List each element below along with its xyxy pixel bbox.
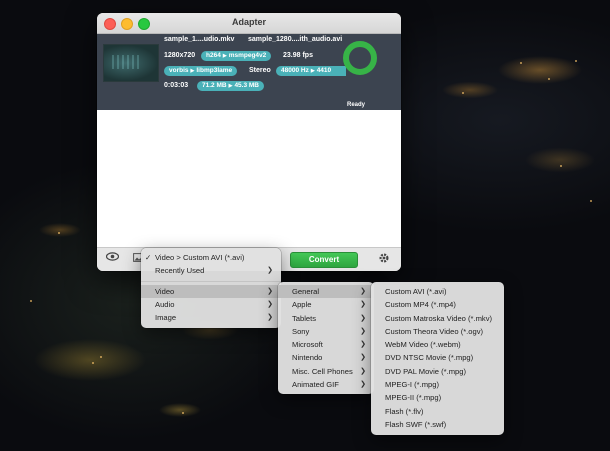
chevron-right-icon: ❯ [267, 287, 273, 295]
submenu-item-tablets[interactable]: Tablets ❯ [278, 312, 374, 325]
file-row[interactable]: sample_1....udio.mkv sample_1280....ith_… [97, 34, 401, 110]
city-light [575, 60, 577, 62]
eye-icon[interactable] [105, 251, 120, 265]
chevron-right-icon: ❯ [360, 327, 366, 335]
status-label: Ready [347, 102, 366, 108]
arrow-icon: ▶ [310, 68, 315, 74]
video-codec-pill[interactable]: h264 ▶ msmpeg4v2 [201, 51, 272, 61]
chevron-right-icon: ❯ [360, 341, 366, 349]
city-light [30, 300, 32, 302]
output-format-menu: ✓ Video > Custom AVI (*.avi) Recently Us… [141, 248, 281, 328]
chevron-right-icon: ❯ [360, 367, 366, 375]
general-format-submenu: Custom AVI (*.avi) Custom MP4 (*.mp4) Cu… [371, 282, 504, 435]
menu-item-image[interactable]: Image ❯ [141, 311, 281, 324]
output-filename: sample_1280....ith_audio.avi [248, 36, 343, 43]
format-item-custom-avi[interactable]: Custom AVI (*.avi) [371, 285, 504, 298]
format-item-mpeg2[interactable]: MPEG-II (*.mpg) [371, 391, 504, 404]
chevron-right-icon: ❯ [360, 354, 366, 362]
chevron-right-icon: ❯ [360, 381, 366, 389]
format-item-custom-mkv[interactable]: Custom Matroska Video (*.mkv) [371, 312, 504, 325]
sample-rate-pill[interactable]: 48000 Hz ▶ 4410 [276, 66, 346, 76]
menu-item-recently-used[interactable]: Recently Used ❯ [141, 264, 281, 277]
submenu-item-apple[interactable]: Apple ❯ [278, 298, 374, 311]
arrow-icon: ▶ [222, 53, 227, 59]
checkmark-icon: ✓ [145, 253, 152, 262]
menu-separator [141, 280, 281, 282]
city-light [548, 78, 550, 80]
window-title: Adapter [231, 17, 266, 27]
video-submenu: General ❯ Apple ❯ Tablets ❯ Sony ❯ Microsoft… [278, 282, 374, 394]
resolution: 1280x720 [164, 52, 196, 59]
gear-icon[interactable] [378, 252, 390, 267]
arrow-icon: ▶ [190, 68, 195, 74]
city-light [182, 412, 184, 414]
chevron-right-icon: ❯ [360, 288, 366, 295]
chevron-right-icon: ❯ [360, 301, 366, 309]
submenu-item-general[interactable]: General ❯ [278, 285, 374, 299]
audio-codec-pill[interactable]: vorbis ▶ libmp3lame [164, 66, 238, 76]
format-item-dvd-pal[interactable]: DVD PAL Movie (*.mpg) [371, 365, 504, 378]
format-item-flash-flv[interactable]: Flash (*.flv) [371, 405, 504, 418]
submenu-item-nintendo[interactable]: Nintendo ❯ [278, 351, 374, 364]
city-light [560, 165, 562, 167]
video-thumbnail [103, 44, 159, 82]
chevron-right-icon: ❯ [267, 267, 273, 275]
frame-rate: 23.98 fps [283, 52, 313, 59]
convert-button[interactable]: Convert [290, 252, 358, 268]
format-item-custom-mp4[interactable]: Custom MP4 (*.mp4) [371, 298, 504, 311]
city-light [520, 62, 522, 64]
format-item-dvd-ntsc[interactable]: DVD NTSC Movie (*.mpg) [371, 351, 504, 364]
submenu-item-sony[interactable]: Sony ❯ [278, 325, 374, 338]
input-filename: sample_1....udio.mkv [164, 36, 235, 43]
duration: 0:03:03 [164, 82, 189, 89]
adapter-window: Adapter sample_1....udio.mkv sample_1280… [97, 13, 401, 271]
chevron-right-icon: ❯ [267, 314, 273, 322]
progress-ring-icon [343, 41, 377, 75]
format-item-flash-swf[interactable]: Flash SWF (*.swf) [371, 418, 504, 431]
city-light [92, 362, 94, 364]
format-item-webm[interactable]: WebM Video (*.webm) [371, 338, 504, 351]
title-bar: Adapter [97, 13, 401, 34]
arrow-icon: ▶ [228, 83, 233, 89]
submenu-item-microsoft[interactable]: Microsoft ❯ [278, 338, 374, 351]
file-size-pill: 71.2 MB ▶ 45.3 MB [197, 81, 265, 91]
format-item-mpeg1[interactable]: MPEG-I (*.mpg) [371, 378, 504, 391]
submenu-item-animated-gif[interactable]: Animated GIF ❯ [278, 378, 374, 391]
city-light [590, 200, 592, 202]
chevron-right-icon: ❯ [360, 314, 366, 322]
format-item-custom-ogv[interactable]: Custom Theora Video (*.ogv) [371, 325, 504, 338]
menu-item-selected-format[interactable]: ✓ Video > Custom AVI (*.avi) [141, 251, 281, 264]
chevron-right-icon: ❯ [267, 300, 273, 308]
menu-item-video[interactable]: Video ❯ [141, 284, 281, 298]
audio-channels: Stereo [249, 67, 271, 74]
submenu-item-misc-cell-phones[interactable]: Misc. Cell Phones ❯ [278, 365, 374, 378]
city-light [58, 232, 60, 234]
city-light [100, 356, 102, 358]
city-light [462, 92, 464, 94]
menu-item-audio[interactable]: Audio ❯ [141, 298, 281, 311]
file-list-area[interactable] [97, 110, 401, 248]
